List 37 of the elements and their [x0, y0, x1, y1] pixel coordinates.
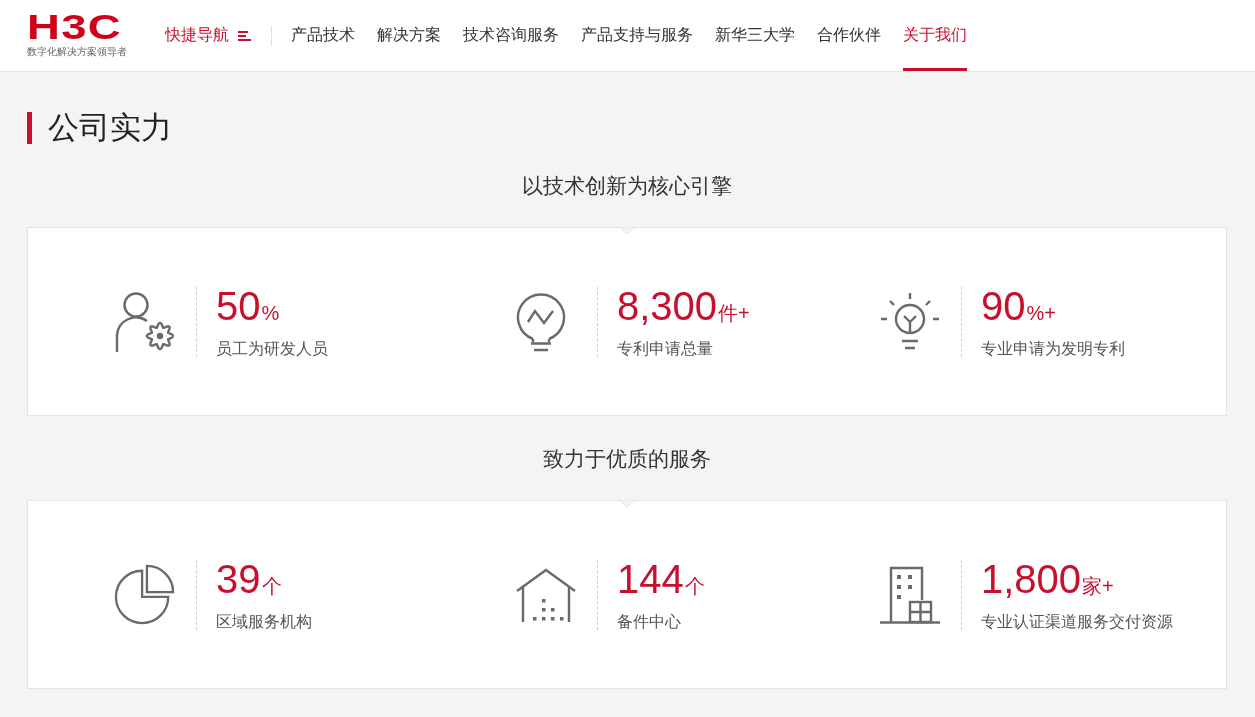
stat-value: 50: [216, 285, 261, 326]
stat-label: 专业申请为发明专利: [981, 339, 1125, 358]
menu-icon: [238, 30, 251, 41]
stat-value: 39: [216, 558, 261, 599]
nav-tab[interactable]: 关于我们: [903, 0, 967, 71]
nav-tab[interactable]: 新华三大学: [715, 0, 795, 71]
stat-value: 90: [981, 285, 1026, 326]
logo-tagline: 数字化解决方案领导者: [27, 46, 127, 58]
stat-unit: 件+: [718, 302, 750, 323]
stat-unit: 个: [261, 575, 282, 596]
building-icon: [879, 564, 941, 625]
section-title: 公司实力: [27, 112, 172, 144]
stat-unit: 家+: [1082, 575, 1114, 596]
stat-label: 区域服务机构: [216, 612, 312, 631]
stat-value: 144: [617, 558, 684, 599]
stat-value: 1,800: [981, 558, 1082, 599]
stat-value: 8,300: [617, 285, 718, 326]
stat-unit: 个: [684, 575, 705, 596]
house-icon: [515, 566, 577, 623]
nav-tab[interactable]: 合作伙伴: [817, 0, 881, 71]
quick-nav-button[interactable]: 快捷导航: [165, 25, 251, 46]
stat-label: 备件中心: [617, 612, 682, 631]
nav-tab[interactable]: 解决方案: [377, 0, 441, 71]
stat-label: 员工为研发人员: [216, 339, 328, 358]
stat-label: 专业认证渠道服务交付资源: [981, 612, 1173, 631]
group-subtitle: 以技术创新为核心引擎: [522, 174, 732, 198]
lightbulb-zigzag-icon: [515, 291, 567, 352]
nav-tab[interactable]: 产品支持与服务: [581, 0, 693, 71]
stat-unit: %+: [1026, 302, 1056, 323]
logo-wordmark[interactable]: H3C: [27, 13, 122, 41]
person-gear-icon: [114, 290, 176, 353]
pie-chart-icon: [114, 563, 176, 626]
stat-label: 专利申请总量: [617, 339, 714, 358]
stat-unit: %: [261, 302, 280, 323]
nav-tab[interactable]: 产品技术: [291, 0, 355, 71]
group-subtitle: 致力于优质的服务: [543, 447, 711, 471]
nav-tab[interactable]: 技术咨询服务: [463, 0, 559, 71]
